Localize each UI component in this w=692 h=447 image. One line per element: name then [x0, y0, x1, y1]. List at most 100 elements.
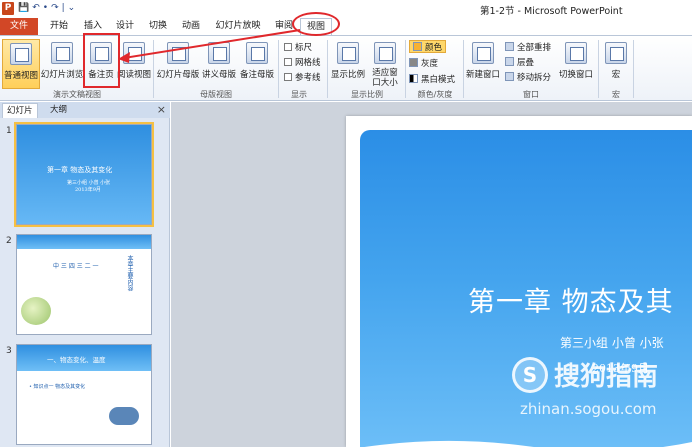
slide-thumbnail-3[interactable]: 一、物态变化、温度 • 知识点一 物态及其变化: [16, 344, 152, 445]
current-slide[interactable]: 第一章 物态及其 第三小组 小曾 小张 2013年9月: [346, 116, 692, 447]
new-window-button[interactable]: 新建窗口: [465, 39, 501, 89]
handout-master-icon: [208, 42, 230, 64]
black-white-button[interactable]: 黑白模式: [409, 72, 455, 85]
tab-file[interactable]: 文件: [0, 18, 38, 35]
slide-sorter-icon: [51, 42, 73, 64]
slide-master-button[interactable]: 幻灯片母版: [156, 39, 200, 89]
gridlines-checkbox[interactable]: 网格线: [284, 55, 321, 68]
fit-window-icon: [374, 42, 396, 64]
save-icon[interactable]: 💾: [18, 2, 29, 15]
gridlines-check-icon: [284, 57, 292, 66]
tab-home[interactable]: 开始: [44, 18, 74, 35]
zoom-label: 显示比例: [330, 70, 365, 80]
notes-master-icon: [246, 42, 268, 64]
tab-outline[interactable]: 大纲: [46, 103, 71, 118]
tab-slide-show[interactable]: 幻灯片放映: [210, 18, 266, 35]
show-group-label: 显示: [291, 90, 307, 99]
normal-view-label: 普通视图: [3, 71, 38, 81]
storm-cloud-image: [109, 407, 139, 425]
reading-view-label: 阅读视图: [116, 70, 151, 80]
arrange-all-button[interactable]: 全部重排: [505, 40, 551, 53]
window-title: 第1-2节 - Microsoft PowerPoint: [480, 6, 623, 17]
color-button[interactable]: 颜色: [409, 40, 447, 53]
black-white-swatch-icon: [409, 74, 418, 83]
title-bar: P 💾 ↶ • ↷ | ⌄ 第1-2节 - Microsoft PowerPoi…: [0, 0, 692, 18]
redo-icon[interactable]: ↷: [51, 2, 59, 15]
switch-windows-button[interactable]: 切换窗口: [556, 39, 596, 89]
thumb-title: 一、物态变化、温度: [47, 356, 106, 364]
watermark-text: 搜狗指南: [554, 362, 659, 392]
group-separator: [598, 40, 599, 98]
guides-check-icon: [284, 72, 292, 81]
macros-button[interactable]: 宏: [601, 39, 631, 89]
powerpoint-logo-icon: P: [2, 2, 14, 15]
magnifier-icon: [337, 42, 359, 64]
undo-icon[interactable]: ↶: [32, 2, 40, 15]
group-separator: [153, 40, 154, 98]
guides-label: 参考线: [295, 72, 321, 83]
move-split-label: 移动拆分: [517, 72, 552, 83]
handout-master-label: 讲义母版: [201, 70, 236, 80]
slide-sorter-button[interactable]: 幻灯片浏览: [40, 39, 84, 89]
new-window-icon: [472, 42, 494, 64]
ruler-checkbox[interactable]: 标尺: [284, 40, 312, 53]
master-views-group-label: 母版视图: [200, 90, 232, 99]
sogou-watermark: S 搜狗指南: [512, 356, 658, 393]
notes-master-button[interactable]: 备注母版: [238, 39, 276, 89]
presentation-views-group-label: 演示文稿视图: [53, 90, 101, 99]
color-swatch-icon: [413, 42, 422, 51]
fit-window-label: 适应窗口大小: [372, 68, 398, 88]
group-separator: [463, 40, 464, 98]
normal-view-icon: [10, 43, 32, 65]
cascade-button[interactable]: 层叠: [505, 55, 534, 68]
watermark-url: zhinan.sogou.com: [520, 400, 657, 418]
reading-view-icon: [123, 42, 145, 64]
fit-to-window-button[interactable]: 适应窗口大小: [366, 39, 404, 89]
pane-tabs: 幻灯片 大纲 ×: [0, 102, 170, 118]
annotation-highlight-ellipse: [292, 12, 340, 36]
close-icon[interactable]: ×: [157, 102, 166, 118]
qat-separator: |: [61, 3, 65, 13]
handout-master-button[interactable]: 讲义母版: [200, 39, 238, 89]
slide-thumbnail-1[interactable]: 第一章 物态及其变化 第三小组 小曾 小张 2013年9月: [14, 122, 154, 227]
zoom-group-label: 显示比例: [351, 90, 383, 99]
macros-label: 宏: [611, 70, 621, 80]
slide-wave-decoration: [364, 440, 692, 447]
color-group-label: 颜色/灰度: [417, 90, 453, 99]
cascade-label: 层叠: [517, 57, 535, 68]
thumb-date: 2013年9月: [75, 187, 101, 193]
gridlines-label: 网格线: [295, 57, 321, 68]
macros-icon: [605, 42, 627, 64]
undo-dropdown-icon[interactable]: •: [43, 2, 48, 15]
grayscale-swatch-icon: [409, 58, 418, 67]
zoom-button[interactable]: 显示比例: [330, 39, 366, 89]
slide-editing-area[interactable]: 第一章 物态及其 第三小组 小曾 小张 2013年9月: [171, 102, 692, 447]
slide-title[interactable]: 第一章 物态及其: [468, 280, 674, 319]
group-separator: [278, 40, 279, 98]
grayscale-button[interactable]: 灰度: [409, 56, 438, 69]
arrange-all-label: 全部重排: [517, 42, 552, 53]
cabbage-image: [21, 297, 51, 325]
grayscale-label: 灰度: [421, 58, 439, 69]
customize-qat-icon[interactable]: ⌄: [68, 2, 76, 15]
slide-number: 1: [6, 126, 12, 136]
quick-access-toolbar: 💾 ↶ • ↷ | ⌄: [18, 2, 75, 15]
tab-slides[interactable]: 幻灯片: [2, 103, 38, 118]
thumb-title: 第一章 物态及其变化: [47, 166, 113, 174]
slides-pane: 幻灯片 大纲 × 1 第一章 物态及其变化 第三小组 小曾 小张 2013年9月…: [0, 102, 170, 447]
switch-windows-label: 切换窗口: [558, 70, 593, 80]
move-split-button[interactable]: 移动拆分: [505, 70, 551, 83]
notes-master-label: 备注母版: [239, 70, 274, 80]
normal-view-button[interactable]: 普通视图: [2, 39, 40, 89]
guides-checkbox[interactable]: 参考线: [284, 70, 321, 83]
tab-transitions[interactable]: 切换: [143, 18, 173, 35]
slide-subtitle[interactable]: 第三小组 小曾 小张: [560, 334, 664, 351]
annotation-highlight-box: [83, 33, 120, 88]
reading-view-button[interactable]: 阅读视图: [116, 39, 152, 89]
new-window-label: 新建窗口: [465, 70, 500, 80]
slide-sorter-label: 幻灯片浏览: [40, 70, 84, 80]
tab-animations[interactable]: 动画: [176, 18, 206, 35]
slide-thumbnail-2[interactable]: 本章主要内容 中 三 四 三 二 一: [16, 234, 152, 335]
slide-number: 2: [6, 236, 12, 246]
color-label: 颜色: [425, 42, 443, 53]
